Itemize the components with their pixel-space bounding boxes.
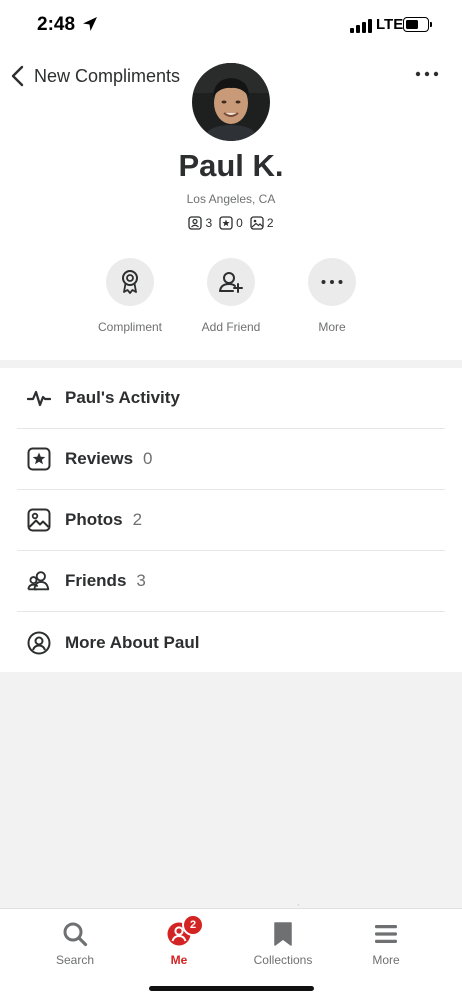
tab-me[interactable]: 2 Me [134, 914, 224, 967]
friends-icon [27, 569, 51, 593]
list-item-label: Reviews [65, 449, 134, 468]
list-item-friends[interactable]: Friends 3 [17, 551, 445, 612]
tab-label: Search [55, 953, 95, 967]
photos-stat: 2 [250, 216, 274, 230]
more-actions-label: More [318, 320, 346, 334]
user-circle-icon [27, 631, 51, 655]
tab-label: More [372, 953, 400, 967]
avatar-photo [192, 63, 270, 141]
tab-label: Collections [253, 953, 313, 967]
list-item-label: More About Paul [65, 632, 200, 652]
list-item-label: Paul's Activity [65, 388, 180, 407]
award-ribbon-icon [122, 270, 138, 294]
list-item-reviews[interactable]: Reviews 0 [17, 429, 445, 490]
battery-tip [430, 22, 432, 27]
photos-count: 2 [266, 216, 274, 230]
back-label: New Compliments [34, 65, 181, 86]
friends-stat: 3 [188, 216, 212, 230]
photos-count-icon [250, 216, 264, 230]
network-type: LTE [376, 16, 404, 33]
reviews-count: 0 [236, 216, 243, 230]
more-actions-button[interactable]: More [282, 258, 382, 334]
more-dots-icon [321, 280, 343, 284]
reviews-stat: 0 [219, 216, 243, 230]
location-arrow-icon [83, 17, 97, 31]
list-item-more-about[interactable]: More About Paul [17, 612, 445, 673]
more-actions-circle [308, 258, 356, 306]
friends-count: 3 [205, 216, 213, 230]
list-item-photos[interactable]: Photos 2 [17, 490, 445, 551]
chevron-left-icon [11, 65, 24, 87]
activity-pulse-icon [27, 386, 51, 410]
list-item-count: 0 [143, 449, 153, 468]
add-friend-icon [219, 272, 243, 293]
add-friend-button[interactable]: Add Friend [181, 258, 281, 334]
tab-more[interactable]: More [341, 919, 431, 967]
search-icon [63, 922, 88, 947]
profile-location: Los Angeles, CA [186, 192, 276, 206]
profile-avatar[interactable] [192, 63, 270, 141]
hamburger-icon [375, 925, 397, 943]
list-item-label: Friends [65, 571, 127, 590]
star-box-icon [27, 447, 51, 471]
tab-collections[interactable]: Collections [238, 919, 328, 967]
status-bar: 2:48 LTE [0, 0, 462, 52]
list-item-activity[interactable]: Paul's Activity [17, 368, 445, 429]
friends-count-icon [188, 216, 203, 230]
overflow-menu-icon[interactable] [414, 66, 440, 82]
profile-stats: 3 0 2 [0, 216, 462, 230]
tab-label: Me [170, 953, 188, 967]
compliment-button[interactable]: Compliment [80, 258, 180, 334]
status-time: 2:48 [37, 14, 76, 35]
add-friend-label: Add Friend [201, 320, 261, 334]
reviews-count-icon [219, 216, 233, 230]
image-icon [27, 508, 51, 532]
profile-sections-list: Paul's Activity Reviews 0 Photos 2 Frien… [0, 368, 462, 672]
list-item-count: 2 [132, 510, 143, 529]
compliment-label: Compliment [97, 320, 163, 334]
compliment-circle [106, 258, 154, 306]
notification-badge: 2 [182, 914, 204, 936]
list-item-label: Photos [65, 510, 123, 529]
list-item-count: 3 [136, 571, 146, 590]
cellular-signal-icon [350, 19, 372, 33]
profile-name: Paul K. [178, 148, 284, 183]
back-button[interactable]: New Compliments [10, 62, 180, 90]
home-indicator [149, 986, 314, 991]
battery-icon [403, 17, 429, 32]
bookmark-icon [274, 922, 292, 946]
add-friend-circle [207, 258, 255, 306]
tab-search[interactable]: Search [30, 919, 120, 967]
